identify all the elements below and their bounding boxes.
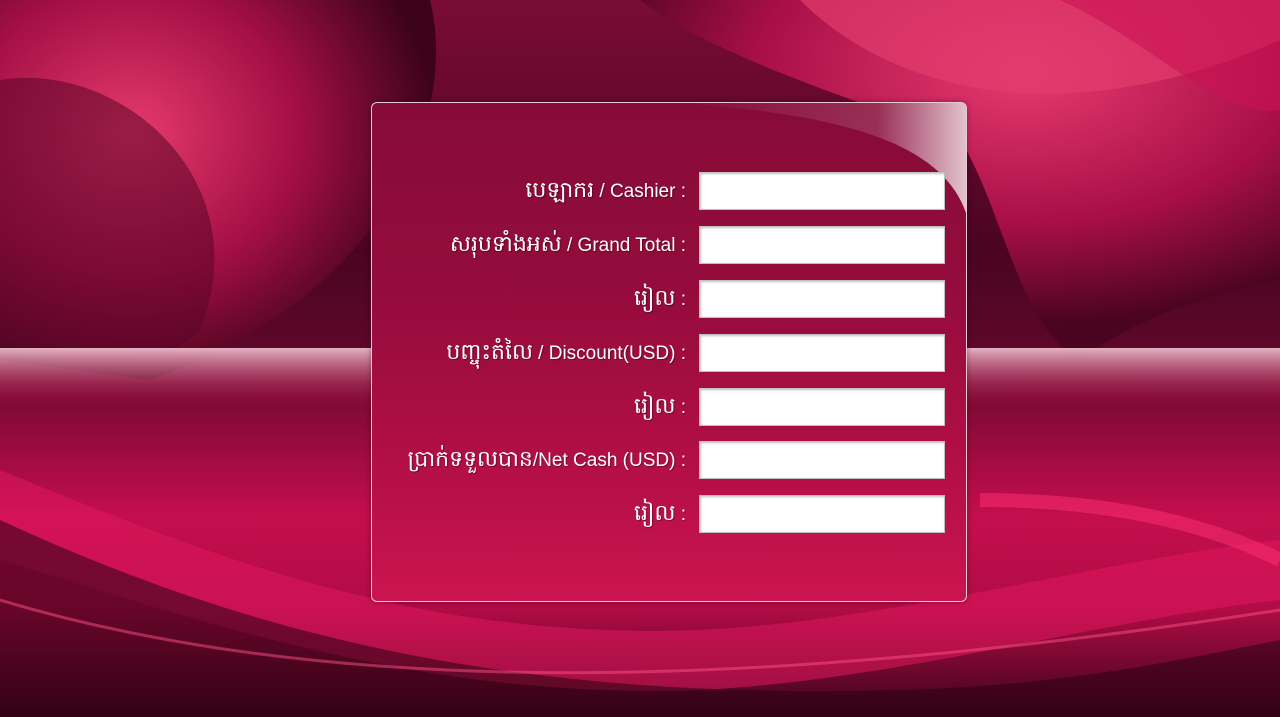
- net-cash-label: ប្រាក់ទទួលបាន/Net Cash (USD) :: [407, 447, 686, 472]
- grand-total-input[interactable]: [699, 226, 945, 264]
- grand-total-label: សរុបទាំងអស់ / Grand Total :: [450, 232, 686, 257]
- grand-total-riel-label: រៀល :: [633, 286, 686, 311]
- grand-total-riel-row: រៀល :: [372, 279, 966, 319]
- net-cash-riel-input[interactable]: [699, 495, 945, 533]
- net-cash-input[interactable]: [699, 441, 945, 479]
- discount-riel-label: រៀល :: [633, 394, 686, 419]
- net-cash-riel-label: រៀល :: [633, 501, 686, 526]
- cashier-row: បេឡាករ / Cashier :: [372, 171, 966, 211]
- cashier-input[interactable]: [699, 172, 945, 210]
- discount-input[interactable]: [699, 334, 945, 372]
- cashier-label: បេឡាករ / Cashier :: [525, 178, 686, 203]
- discount-riel-input[interactable]: [699, 388, 945, 426]
- grand-total-riel-input[interactable]: [699, 280, 945, 318]
- net-cash-row: ប្រាក់ទទួលបាន/Net Cash (USD) :: [372, 440, 966, 480]
- discount-riel-row: រៀល :: [372, 387, 966, 427]
- grand-total-row: សរុបទាំងអស់ / Grand Total :: [372, 225, 966, 265]
- discount-label: បញ្ចុះតំលៃ / Discount(USD) :: [446, 340, 686, 365]
- payment-panel: បេឡាករ / Cashier : សរុបទាំងអស់ / Grand T…: [371, 102, 967, 602]
- discount-row: បញ្ចុះតំលៃ / Discount(USD) :: [372, 333, 966, 373]
- net-cash-riel-row: រៀល :: [372, 494, 966, 534]
